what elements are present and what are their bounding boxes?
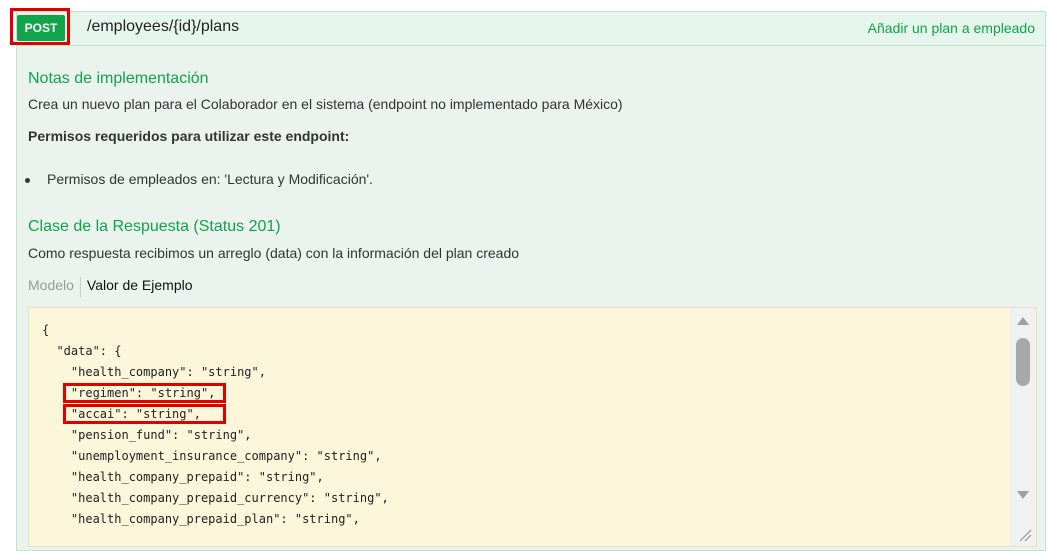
permissions-title: Permisos requeridos para utilizar este e… [28,128,350,144]
code-line: "health_company_prepaid_currency": "stri… [42,491,389,505]
response-description: Como respuesta recibimos un arreglo (dat… [28,245,520,261]
endpoint-panel: POST /employees/{id}/plans Añadir un pla… [10,8,1046,551]
code-line: "health_company_prepaid_plan": "string", [42,512,360,526]
endpoint-header[interactable]: POST /employees/{id}/plans Añadir un pla… [10,8,1045,46]
scroll-down-arrow-icon[interactable] [1017,491,1029,499]
regimen-highlight-box [63,383,226,403]
code-line: { [42,323,50,337]
code-line: "unemployment_insurance_company": "strin… [42,449,382,463]
resize-grip-icon[interactable] [1018,528,1032,542]
implementation-description: Crea un nuevo plan para el Colaborador e… [28,96,623,112]
accai-highlight-box [63,404,226,424]
tab-model[interactable]: Modelo [28,277,81,297]
method-highlight-box [10,8,70,45]
code-scrollbar[interactable] [1010,308,1036,546]
tab-example-value[interactable]: Valor de Ejemplo [81,277,193,297]
code-line: "pension_fund": "string", [42,428,252,442]
code-line: "data": { [42,344,122,358]
endpoint-summary[interactable]: Añadir un plan a empleado [868,20,1035,36]
scroll-thumb[interactable] [1016,338,1030,386]
response-tabs: Modelo Valor de Ejemplo [28,277,193,297]
endpoint-path[interactable]: /employees/{id}/plans [87,18,239,36]
implementation-notes-title: Notas de implementación [28,70,209,87]
permission-item: Permisos de empleados en: 'Lectura y Mod… [25,171,373,187]
code-line: "health_company": "string", [42,365,266,379]
code-line: "health_company_prepaid": "string", [42,470,324,484]
response-class-title: Clase de la Respuesta (Status 201) [28,218,281,235]
scroll-up-arrow-icon[interactable] [1017,317,1029,325]
example-code-box[interactable]: { "data": { "health_company": "string", … [28,307,1037,547]
